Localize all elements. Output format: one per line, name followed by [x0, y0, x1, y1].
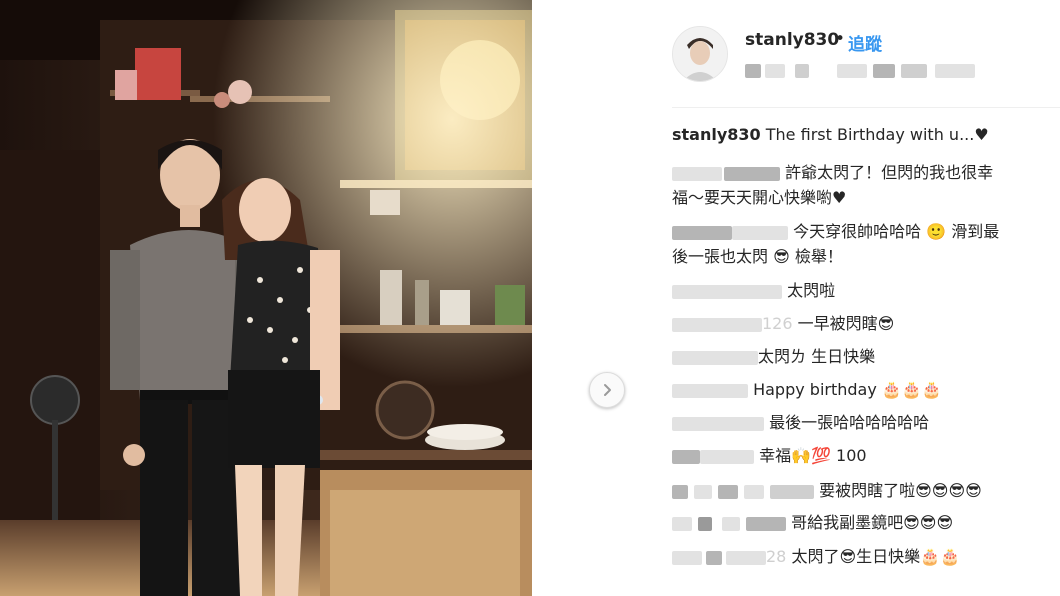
- username-redacted: [726, 550, 766, 565]
- comment: 許爺太閃了！但閃的我也很幸 福～要天天開心快樂喲♥: [672, 160, 1060, 210]
- post-photo[interactable]: [0, 0, 532, 596]
- comment-text: 要被閃瞎了啦😎😎😎😎: [819, 481, 982, 500]
- comment-text: 哥給我副墨鏡吧😎😎😎: [791, 513, 954, 532]
- username-redacted: [732, 225, 788, 240]
- username-fragment: 126: [762, 314, 793, 333]
- username-redacted: [724, 166, 780, 181]
- comment-text: 太閃啦: [787, 281, 836, 300]
- username-redacted: [698, 516, 712, 531]
- comment: 哥給我副墨鏡吧😎😎😎: [672, 510, 1060, 535]
- comment-text: 最後一張哈哈哈哈哈哈: [769, 413, 930, 432]
- post-side-panel: stanly830 • 追蹤 stanly830 The first Birth…: [672, 0, 1060, 596]
- comment: 126 一早被閃瞎😎: [672, 311, 1060, 336]
- username-redacted: [672, 225, 732, 240]
- comment-text: 後一張也太閃 😎 檢舉！: [672, 247, 843, 266]
- username-redacted: [672, 284, 782, 299]
- username-redacted: [746, 516, 786, 531]
- username-redacted: [672, 449, 700, 464]
- comment-text: 太閃了😎生日快樂🎂🎂: [791, 547, 960, 566]
- username-fragment: 28: [766, 547, 787, 566]
- comment: 最後一張哈哈哈哈哈哈: [672, 410, 1060, 435]
- comment: 幸福🙌💯 100: [672, 443, 1060, 468]
- username-redacted: [672, 350, 758, 365]
- follow-button[interactable]: 追蹤: [848, 30, 882, 55]
- comment: 太閃ㄌ 生日快樂: [672, 344, 1060, 369]
- comment-text: 太閃ㄌ 生日快樂: [758, 347, 876, 366]
- comment-text: 今天穿很帥哈哈哈 🙂 滑到最: [793, 222, 1000, 241]
- comment-text: 幸福🙌💯 100: [759, 446, 867, 465]
- photo-image: [0, 0, 532, 596]
- username-redacted: [672, 550, 702, 565]
- separator-dot: •: [835, 29, 846, 49]
- username-redacted: [672, 416, 764, 431]
- comment-text: 許爺太閃了！但閃的我也很幸: [785, 163, 994, 182]
- username-redacted: [770, 484, 814, 499]
- caption-username[interactable]: stanly830: [672, 125, 761, 144]
- username-redacted: [672, 317, 762, 332]
- username-redacted: [672, 484, 688, 499]
- username-redacted: [672, 516, 692, 531]
- comment: Happy birthday 🎂🎂🎂: [672, 377, 1060, 402]
- chevron-right-icon: [604, 384, 611, 396]
- avatar-image: [673, 27, 727, 81]
- comment-text: Happy birthday 🎂🎂🎂: [753, 380, 942, 399]
- username-redacted: [706, 550, 722, 565]
- username-redacted: [694, 484, 712, 499]
- next-photo-button[interactable]: [589, 372, 625, 408]
- username-redacted: [672, 166, 722, 181]
- post-header: stanly830 • 追蹤: [672, 26, 1060, 86]
- comment: 要被閃瞎了啦😎😎😎😎: [672, 478, 1060, 503]
- caption-text: The first Birthday with u...♥: [765, 125, 989, 144]
- username-redacted: [700, 449, 754, 464]
- username-redacted: [718, 484, 738, 499]
- comment: 太閃啦: [672, 278, 1060, 303]
- post-username[interactable]: stanly830: [745, 30, 839, 50]
- comment-text: 福～要天天開心快樂喲♥: [672, 188, 847, 207]
- username-redacted: [722, 516, 740, 531]
- username-redacted: [744, 484, 764, 499]
- comment: 28 太閃了😎生日快樂🎂🎂: [672, 544, 1060, 569]
- header-divider: [672, 107, 1060, 108]
- post-caption: stanly830 The first Birthday with u...♥: [672, 124, 1060, 146]
- comment-text: 一早被閃瞎😎: [797, 314, 895, 333]
- comment: 今天穿很帥哈哈哈 🙂 滑到最 後一張也太閃 😎 檢舉！: [672, 219, 1060, 269]
- location-redacted: [745, 64, 975, 78]
- user-avatar[interactable]: [672, 26, 728, 82]
- username-redacted: [672, 383, 748, 398]
